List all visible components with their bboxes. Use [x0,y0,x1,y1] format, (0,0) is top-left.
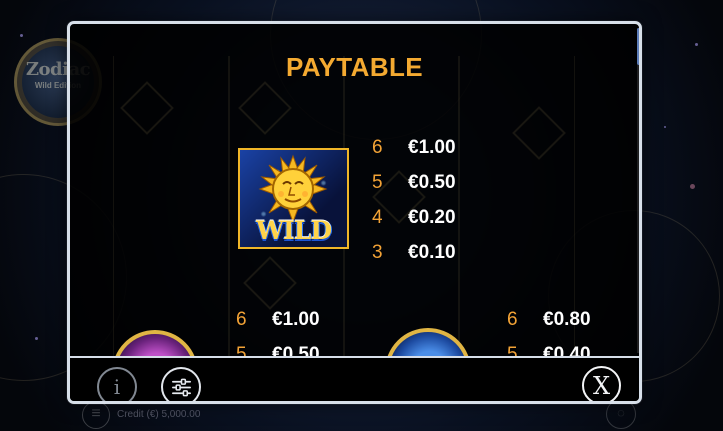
payout-value: €0.80 [543,309,591,330]
payout-value: €0.50 [408,172,456,193]
close-button[interactable]: X [582,366,621,401]
payout-value: €0.20 [408,207,456,228]
paytable-scrollbar[interactable] [637,28,639,353]
background-star [690,184,695,189]
slot-game-screen: Zodiac Wild Edition ≡ Credit (€) 5,000.0… [0,0,723,431]
paytable-dialog: PAYTABLE WILD 6 €1.00 5 €0.50 4 €0.20 3 … [67,21,642,404]
symbol-count: 6 [507,309,518,330]
background-star [664,126,666,128]
background-menu-button: ≡ [82,401,110,429]
paytable-control-bar: i X [70,356,639,401]
settings-button[interactable] [161,367,201,401]
symbol-count: 3 [372,242,383,263]
info-button[interactable]: i [97,367,137,401]
symbol-count: 6 [372,137,383,158]
symbol-count: 5 [372,172,383,193]
payout-value: €1.00 [408,137,456,158]
wild-symbol-label: WILD [255,216,332,245]
credit-readout: Credit (€) 5,000.00 [117,409,201,420]
background-star [20,34,23,37]
payout-value: €0.10 [408,242,456,263]
wild-symbol: WILD [238,148,349,249]
payout-value: €1.00 [272,309,320,330]
symbol-count: 6 [236,309,247,330]
sliders-icon [172,378,191,397]
paytable-title: PAYTABLE [285,52,424,82]
paytable-scroll-thumb[interactable] [637,28,639,65]
background-star [695,43,698,46]
symbol-count: 4 [372,207,383,228]
